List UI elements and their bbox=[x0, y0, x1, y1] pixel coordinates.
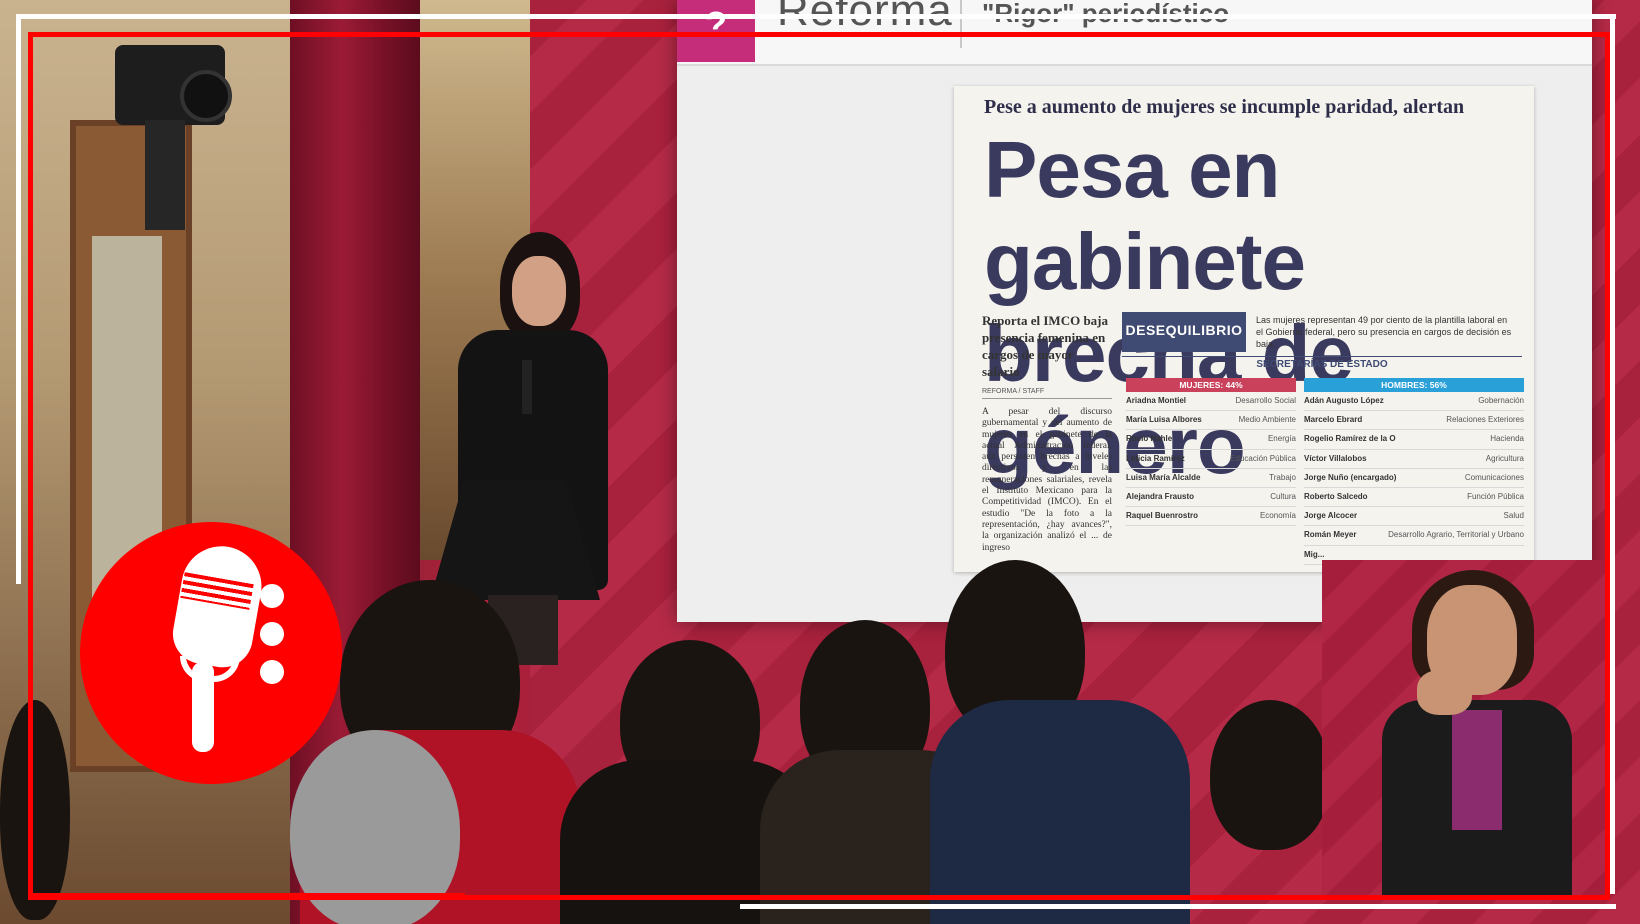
cabinet-row: Raquel Buenrostro Economía bbox=[1126, 507, 1296, 527]
header-divider bbox=[960, 0, 962, 48]
cabinet-member-name: Alejandra Frausto bbox=[1126, 491, 1195, 501]
audience-head bbox=[0, 700, 70, 920]
cabinet-row: Adán Augusto López Gobernación bbox=[1304, 392, 1524, 412]
audience-head bbox=[1210, 700, 1330, 850]
cabinet-row: Rocío Nahle Energía bbox=[1126, 430, 1296, 450]
interpreter-blouse bbox=[1452, 710, 1502, 830]
frame-white-right bbox=[1610, 14, 1615, 894]
cabinet-row: Román Meyer Desarrollo Agrario, Territori… bbox=[1304, 526, 1524, 546]
cabinet-row: Roberto Salcedo Función Pública bbox=[1304, 488, 1524, 508]
headline-line-1: Pesa en gabinete bbox=[984, 125, 1306, 306]
cabinet-member-name: Leticia Ramírez bbox=[1126, 453, 1185, 463]
infographic-title: DESEQUILIBRIO bbox=[1125, 322, 1243, 338]
cabinet-row: Marcelo Ebrard Relaciones Exteriores bbox=[1304, 411, 1524, 431]
cabinet-member-role: Hacienda bbox=[1490, 434, 1524, 444]
cabinet-member-role: Medio Ambiente bbox=[1238, 415, 1296, 425]
women-column: MUJERES: 44% Ariadna Montiel Desarrollo S… bbox=[1126, 378, 1296, 527]
cabinet-row: Alejandra Frausto Cultura bbox=[1126, 488, 1296, 508]
question-icon: ? bbox=[705, 4, 727, 45]
cabinet-member-name: Adán Augusto López bbox=[1304, 396, 1384, 405]
men-list: Adán Augusto López Gobernación Marcelo Ebr… bbox=[1304, 392, 1524, 565]
cabinet-member-name: Víctor Villalobos bbox=[1304, 453, 1367, 463]
camera-arm bbox=[145, 120, 185, 230]
women-list: Ariadna Montiel Desarrollo Social María Lu… bbox=[1126, 392, 1296, 527]
article-summary: Reporta el IMCO baja presencia femenina … bbox=[982, 313, 1109, 379]
women-header: MUJERES: 44% bbox=[1126, 378, 1296, 392]
cabinet-member-name: Rocío Nahle bbox=[1126, 434, 1173, 444]
cabinet-row: Jorge Alcocer Salud bbox=[1304, 507, 1524, 527]
cabinet-member-role: Desarrollo Agrario, Territorial y Urbano bbox=[1388, 530, 1524, 540]
cabinet-row: Luisa María Alcalde Trabajo bbox=[1126, 469, 1296, 488]
press-conference-scene: ? Reforma "Rigor" periodístico Pese a au… bbox=[0, 0, 1640, 924]
cabinet-member-role: Desarrollo Social bbox=[1235, 396, 1296, 405]
cabinet-member-role: Energía bbox=[1267, 434, 1296, 444]
cabinet-member-name: Luisa María Alcalde bbox=[1126, 472, 1201, 482]
cabinet-member-name: Ariadna Montiel bbox=[1126, 396, 1187, 405]
cabinet-member-role: Cultura bbox=[1270, 491, 1296, 501]
cabinet-member-name: Jorge Alcocer bbox=[1304, 511, 1358, 521]
cabinet-member-name: Jorge Nuño (encargado) bbox=[1304, 472, 1397, 482]
article-kicker: Pese a aumento de mujeres se incumple pa… bbox=[984, 96, 1465, 118]
infographic-section: SECRETARÍAS DE ESTADO bbox=[1122, 356, 1522, 370]
sign-language-interpreter-inset bbox=[1322, 560, 1610, 900]
cabinet-member-name: Raquel Buenrostro bbox=[1126, 511, 1199, 521]
camera-lens bbox=[180, 70, 232, 122]
presentation-screen: ? Reforma "Rigor" periodístico Pese a au… bbox=[677, 0, 1592, 622]
cabinet-member-role: Trabajo bbox=[1269, 472, 1296, 482]
men-header: HOMBRES: 56% bbox=[1304, 378, 1524, 392]
cabinet-row: Jorge Nuño (encargado) Comunicaciones bbox=[1304, 469, 1524, 488]
cabinet-member-role: Función Pública bbox=[1467, 491, 1524, 501]
screen-header: ? Reforma "Rigor" periodístico bbox=[677, 0, 1592, 66]
cabinet-member-name: Roberto Salcedo bbox=[1304, 491, 1368, 501]
cabinet-member-role: Comunicaciones bbox=[1464, 472, 1524, 482]
cabinet-member-role: Educación Pública bbox=[1230, 453, 1296, 463]
article-byline: REFORMA / STAFF bbox=[982, 388, 1112, 399]
infographic-note: Las mujeres representan 49 por ciento de… bbox=[1256, 315, 1512, 349]
cabinet-member-name: Román Meyer bbox=[1304, 530, 1357, 540]
article-body: A pesar del discurso gubernamental y del… bbox=[982, 407, 1112, 553]
cabinet-member-name: Marcelo Ebrard bbox=[1304, 415, 1363, 425]
cabinet-row: Leticia Ramírez Educación Pública bbox=[1126, 450, 1296, 469]
interpreter-hand bbox=[1417, 670, 1472, 715]
newspaper-clipping: Pese a aumento de mujeres se incumple pa… bbox=[954, 86, 1534, 572]
cabinet-row: Víctor Villalobos Agricultura bbox=[1304, 450, 1524, 469]
microphone-icon bbox=[168, 539, 268, 673]
cabinet-member-role: Salud bbox=[1503, 511, 1524, 521]
screen-tab: ? bbox=[677, 0, 755, 62]
handheld-microphone bbox=[522, 360, 532, 414]
cabinet-member-role: Economía bbox=[1259, 511, 1296, 521]
men-column: HOMBRES: 56% Adán Augusto López Gobernaci… bbox=[1304, 378, 1524, 565]
frame-red-bottom-accent bbox=[28, 893, 465, 900]
cabinet-row: Ariadna Montiel Desarrollo Social bbox=[1126, 392, 1296, 412]
dot-icon bbox=[260, 660, 284, 684]
microphone-logo bbox=[80, 522, 342, 784]
infographic-title-box: DESEQUILIBRIO bbox=[1122, 312, 1246, 352]
frame-white-bottom bbox=[740, 904, 1616, 909]
dot-icon bbox=[260, 622, 284, 646]
cabinet-member-role: Agricultura bbox=[1485, 453, 1524, 463]
cabinet-row: María Luisa Albores Medio Ambiente bbox=[1126, 411, 1296, 431]
presenter-face bbox=[512, 256, 566, 326]
cabinet-member-name: Rogelio Ramírez de la O bbox=[1304, 434, 1396, 444]
dot-icon bbox=[260, 584, 284, 608]
cabinet-member-name: María Luisa Albores bbox=[1126, 415, 1202, 425]
frame-white-top bbox=[18, 14, 1616, 19]
cabinet-member-role: Relaciones Exteriores bbox=[1446, 415, 1524, 425]
cabinet-member-role: Gobernación bbox=[1478, 396, 1524, 405]
frame-white-left bbox=[16, 14, 21, 584]
lead-column: Reporta el IMCO baja presencia femenina … bbox=[982, 312, 1112, 554]
audience-shoulders bbox=[930, 700, 1190, 924]
microphone-stand-icon bbox=[192, 662, 214, 752]
cabinet-row: Rogelio Ramírez de la O Hacienda bbox=[1304, 430, 1524, 450]
